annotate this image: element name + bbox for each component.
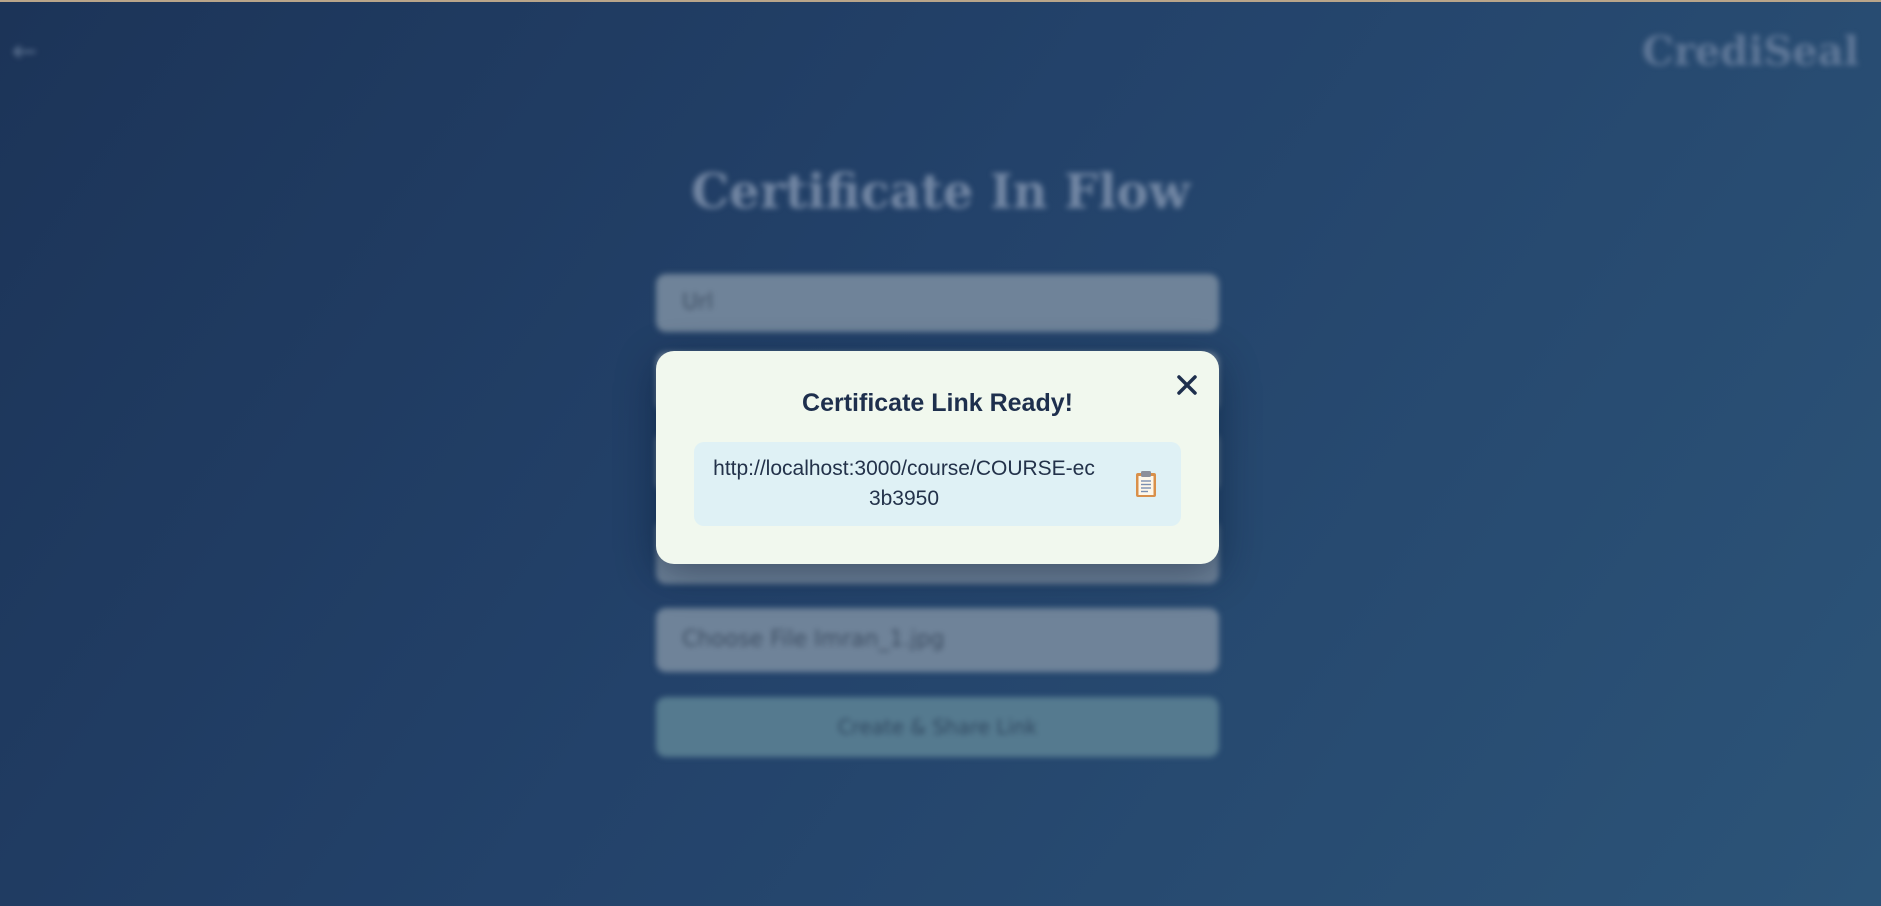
page: ← CrediSeal Certificate In Flow Url Choo… (0, 0, 1881, 906)
certificate-link[interactable]: http://localhost:3000/course/COURSE-ec3b… (708, 454, 1100, 514)
modal-title: Certificate Link Ready! (802, 389, 1073, 417)
create-share-link-button[interactable]: Create & Share Link (656, 697, 1219, 757)
back-arrow-icon[interactable]: ← (12, 36, 54, 68)
certificate-link-box: http://localhost:3000/course/COURSE-ec3b… (694, 442, 1181, 526)
url-input[interactable]: Url (656, 274, 1219, 332)
brand-logo: CrediSeal (1642, 28, 1859, 75)
certificate-link-modal: Certificate Link Ready! http://localhost… (656, 351, 1219, 564)
file-input[interactable]: Choose File Imran_1.jpg (656, 608, 1219, 672)
clipboard-icon[interactable] (1135, 470, 1157, 498)
form-title: Certificate In Flow (691, 164, 1190, 220)
